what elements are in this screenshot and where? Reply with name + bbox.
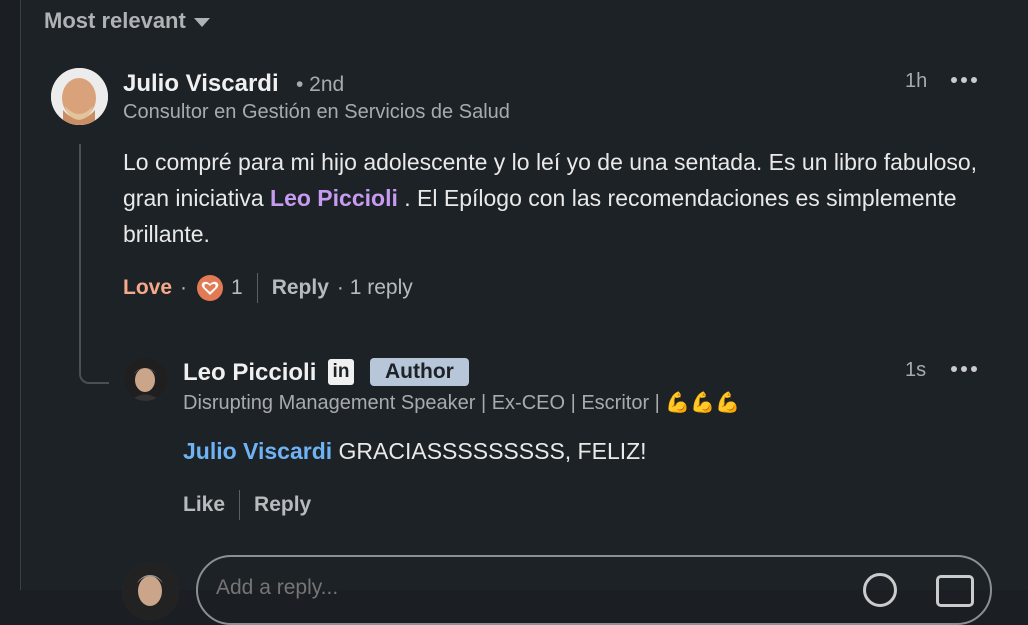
comment-text: Lo compré para mi hijo adolescente y lo … (123, 149, 978, 247)
reply-button[interactable]: Reply (254, 493, 311, 517)
sort-dropdown[interactable]: Most relevant (44, 8, 210, 34)
connection-degree: • 2nd (296, 73, 345, 96)
mention-link[interactable]: Leo Piccioli (270, 185, 398, 211)
author-badge: Author (370, 358, 469, 386)
comment-actions: Love · 1 Reply · 1 reply (123, 273, 413, 303)
reaction-dot: · (180, 276, 188, 299)
reply-author-name[interactable]: Leo Piccioli (183, 359, 316, 387)
divider (239, 490, 241, 520)
comment-time: 1h (905, 70, 928, 92)
reply-time: 1s (905, 359, 927, 381)
comment-author-headline: Consultor en Gestión en Servicios de Sal… (123, 101, 510, 123)
image-icon[interactable] (936, 575, 974, 607)
avatar[interactable] (51, 68, 108, 125)
emoji-icon[interactable] (863, 573, 897, 607)
replies-count[interactable]: · 1 reply (337, 276, 413, 300)
reply-actions: Like Reply (183, 490, 311, 520)
thread-connector (79, 144, 109, 384)
more-options-icon[interactable] (951, 366, 977, 372)
sort-label: Most relevant (44, 8, 186, 33)
linkedin-icon: in (328, 359, 354, 385)
mention-link[interactable]: Julio Viscardi (183, 438, 332, 464)
reaction-count[interactable]: 1 (231, 276, 243, 300)
like-button[interactable]: Like (183, 493, 225, 517)
comment-author-name[interactable]: Julio Viscardi (123, 70, 279, 98)
divider (256, 273, 258, 303)
reply-input-container[interactable] (196, 555, 992, 625)
love-button[interactable]: Love (123, 276, 172, 300)
reply-avatar[interactable] (124, 358, 167, 401)
reply-button[interactable]: Reply (272, 276, 329, 300)
current-user-avatar (122, 563, 179, 620)
more-options-icon[interactable] (951, 77, 977, 83)
caret-down-icon (193, 17, 210, 27)
reply-author-headline: Disrupting Management Speaker | Ex-CEO |… (183, 392, 741, 414)
reply-text: Julio Viscardi GRACIASSSSSSSSS, FELIZ! (183, 438, 647, 464)
reply-input[interactable] (214, 575, 818, 601)
love-reaction-icon[interactable] (197, 275, 224, 301)
